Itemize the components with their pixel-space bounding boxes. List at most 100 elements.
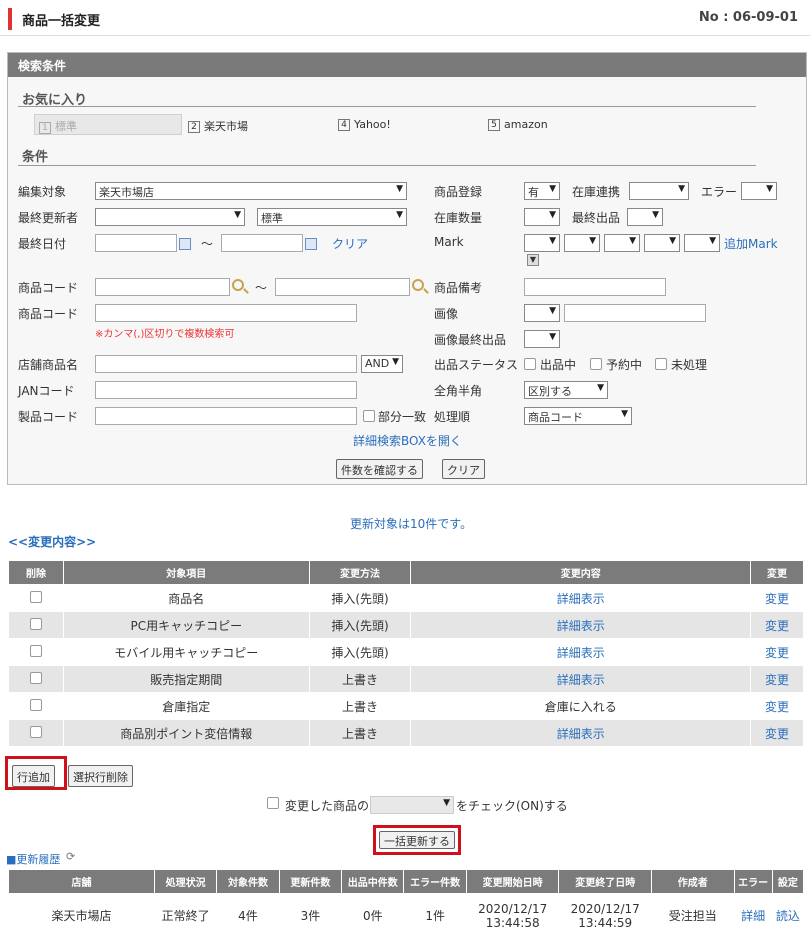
delete-row-button[interactable]: 選択行削除 xyxy=(68,765,133,787)
image-input[interactable] xyxy=(564,304,706,322)
partial-match-checkbox[interactable] xyxy=(363,410,375,422)
favorite-yahoo[interactable]: 4 Yahoo! xyxy=(338,118,391,131)
change-link[interactable]: 変更 xyxy=(765,727,789,741)
search-icon[interactable] xyxy=(412,279,424,291)
check-changed-suffix: をチェック(ON)する xyxy=(456,799,568,813)
product-code-multi-input[interactable] xyxy=(95,304,357,322)
row-method: 上書き xyxy=(308,719,412,747)
change-link[interactable]: 変更 xyxy=(765,619,789,633)
product-note-input[interactable] xyxy=(524,278,666,296)
row-delete-checkbox[interactable] xyxy=(29,644,42,657)
history-col: 出品中件数 xyxy=(341,869,405,894)
error-select[interactable] xyxy=(741,182,777,200)
favorite-label: Yahoo! xyxy=(354,118,391,131)
detail-link[interactable]: 詳細表示 xyxy=(557,592,605,606)
search-panel-title: 検索条件 xyxy=(8,53,806,77)
check-changed-prefix: 変更した商品の xyxy=(285,799,370,813)
product-reg-select[interactable]: 有 xyxy=(524,182,560,200)
product-code-from-input[interactable] xyxy=(95,278,230,296)
error-detail-link[interactable]: 詳細 xyxy=(741,909,765,923)
stock-qty-select[interactable] xyxy=(524,208,560,226)
check-changed-checkbox[interactable] xyxy=(267,797,279,809)
status-label: 出品中 xyxy=(540,358,577,372)
add-mark-link[interactable]: 追加Mark xyxy=(724,235,778,252)
mark-select-5[interactable] xyxy=(684,234,720,252)
change-link[interactable]: 変更 xyxy=(765,592,789,606)
check-changed-select[interactable] xyxy=(370,796,454,814)
history-col: 作成者 xyxy=(651,869,735,894)
row-delete-checkbox[interactable] xyxy=(29,725,42,738)
favorite-standard[interactable]: 1 標準 xyxy=(34,114,182,135)
hist-start: 2020/12/17 13:44:58 xyxy=(465,893,560,938)
favorite-label: amazon xyxy=(504,118,548,131)
last-listing-select[interactable] xyxy=(627,208,663,226)
status-checkbox-reserved[interactable] xyxy=(590,358,602,370)
count-button[interactable]: 件数を確認する xyxy=(336,459,423,479)
history-table: 店舗 処理状況 対象件数 更新件数 出品中件数 エラー件数 変更開始日時 変更終了日時 作成者エ… xyxy=(8,869,805,938)
date-clear-link[interactable]: クリア xyxy=(332,235,368,252)
favorite-label: 楽天市場 xyxy=(204,120,248,133)
change-link[interactable]: 変更 xyxy=(765,700,789,714)
favorite-num: 2 xyxy=(188,121,200,133)
row-delete-checkbox[interactable] xyxy=(29,698,42,711)
highlight-box xyxy=(373,825,461,855)
refresh-icon[interactable]: ⟳ xyxy=(66,850,75,863)
mark-select-3[interactable] xyxy=(604,234,640,252)
favorite-amazon[interactable]: 5 amazon xyxy=(488,118,548,131)
hist-shop: 楽天市場店 xyxy=(8,893,155,938)
mark-select-4[interactable] xyxy=(644,234,680,252)
last-updater-select[interactable] xyxy=(95,208,245,226)
detail-link[interactable]: 詳細表示 xyxy=(557,673,605,687)
updater-preset-select[interactable]: 標準 xyxy=(257,208,407,226)
mark-select-1[interactable] xyxy=(524,234,560,252)
calendar-icon[interactable] xyxy=(305,238,317,250)
label-order: 処理順 xyxy=(434,410,471,424)
row-target: PC用キャッチコピー xyxy=(62,611,310,639)
date-from-input[interactable] xyxy=(95,234,177,252)
change-link[interactable]: 変更 xyxy=(765,673,789,687)
order-select[interactable]: 商品コード xyxy=(524,407,632,425)
hist-updated: 3件 xyxy=(278,893,343,938)
setting-load-link[interactable]: 読込 xyxy=(776,909,800,923)
detail-link[interactable]: 詳細表示 xyxy=(557,619,605,633)
row-content: 詳細表示 xyxy=(410,638,752,666)
date-to-input[interactable] xyxy=(221,234,303,252)
and-or-select[interactable]: AND xyxy=(361,355,403,373)
row-content: 詳細表示 xyxy=(410,665,752,693)
maker-code-input[interactable] xyxy=(95,407,357,425)
calendar-icon[interactable] xyxy=(179,238,191,250)
mark-select-2[interactable] xyxy=(564,234,600,252)
row-change: 変更 xyxy=(750,665,804,693)
edit-target-select[interactable]: 楽天市場店 xyxy=(95,182,407,200)
search-icon[interactable] xyxy=(232,279,244,291)
row-method: 挿入(先頭) xyxy=(308,638,412,666)
row-delete-checkbox[interactable] xyxy=(29,590,42,603)
detail-search-box-link[interactable]: 詳細検索BOXを開く xyxy=(353,432,462,449)
label-last-listing: 最終出品 xyxy=(572,211,621,225)
image-last-select[interactable] xyxy=(524,330,560,348)
width-mode-select[interactable]: 区別する xyxy=(524,381,608,399)
status-checkbox-listing[interactable] xyxy=(524,358,536,370)
label-last-date: 最終日付 xyxy=(18,237,67,251)
status-label: 予約中 xyxy=(606,358,643,372)
jan-code-input[interactable] xyxy=(95,381,357,399)
image-select[interactable] xyxy=(524,304,560,322)
detail-link[interactable]: 詳細表示 xyxy=(557,646,605,660)
status-checkbox-unprocessed[interactable] xyxy=(655,358,667,370)
shop-product-name-input[interactable] xyxy=(95,355,357,373)
comma-note: ※カンマ(,)区切りで複数検索可 xyxy=(95,329,235,340)
row-delete-checkbox[interactable] xyxy=(29,671,42,684)
table-row: 楽天市場店 正常終了 4件 3件 0件 1件 2020/12/17 13:44:58 2020/… xyxy=(8,893,805,938)
favorite-rakuten[interactable]: 2 楽天市場 xyxy=(188,118,248,134)
table-row: PC用キャッチコピー 挿入(先頭) 詳細表示 変更 xyxy=(8,611,804,639)
history-col: 処理状況 xyxy=(153,869,218,894)
expand-icon[interactable]: ▼ xyxy=(527,254,539,266)
history-col: エラー xyxy=(733,869,773,894)
clear-button[interactable]: クリア xyxy=(442,459,485,479)
row-delete-checkbox[interactable] xyxy=(29,617,42,630)
product-code-to-input[interactable] xyxy=(275,278,410,296)
stock-link-select[interactable] xyxy=(629,182,689,200)
detail-link[interactable]: 詳細表示 xyxy=(557,727,605,741)
change-link[interactable]: 変更 xyxy=(765,646,789,660)
row-method: 挿入(先頭) xyxy=(308,584,412,612)
